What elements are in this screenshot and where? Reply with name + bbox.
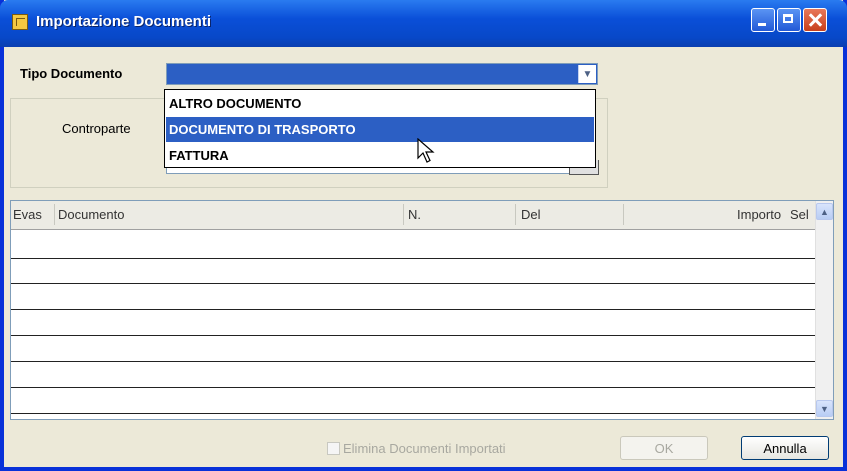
table-row[interactable] xyxy=(11,285,817,310)
vertical-scrollbar[interactable]: ▲ ▼ xyxy=(815,201,833,419)
chevron-up-icon[interactable]: ▲ xyxy=(816,203,833,220)
elimina-documenti-checkbox[interactable] xyxy=(327,442,340,455)
table-row[interactable] xyxy=(11,234,817,259)
chevron-down-icon[interactable]: ▼ xyxy=(816,400,833,417)
dropdown-option-ddt[interactable]: DOCUMENTO DI TRASPORTO xyxy=(166,117,594,142)
minimize-button[interactable] xyxy=(751,8,775,32)
column-divider[interactable] xyxy=(403,204,404,225)
controparte-label: Controparte xyxy=(62,121,131,136)
column-divider[interactable] xyxy=(515,204,516,225)
tipo-documento-label: Tipo Documento xyxy=(20,66,123,81)
column-header-sel[interactable]: Sel xyxy=(790,207,809,222)
annulla-button[interactable]: Annulla xyxy=(741,436,829,460)
window-title: Importazione Documenti xyxy=(36,13,212,30)
close-button[interactable] xyxy=(803,8,827,32)
maximize-button[interactable] xyxy=(777,8,801,32)
title-bar[interactable]: Importazione Documenti xyxy=(0,0,847,47)
elimina-documenti-label: Elimina Documenti Importati xyxy=(343,441,506,456)
table-header: Evas Documento N. Del Importo Sel xyxy=(11,201,817,230)
app-icon xyxy=(12,14,28,30)
documents-table: Evas Documento N. Del Importo Sel ▲ ▼ xyxy=(10,200,834,420)
column-header-documento[interactable]: Documento xyxy=(58,207,124,222)
chevron-down-icon[interactable]: ▼ xyxy=(578,65,596,83)
dropdown-option-fattura[interactable]: FATTURA xyxy=(166,143,594,168)
table-row[interactable] xyxy=(11,389,817,414)
column-header-importo[interactable]: Importo xyxy=(737,207,781,222)
column-header-numero[interactable]: N. xyxy=(408,207,421,222)
column-header-evas[interactable]: Evas xyxy=(13,207,42,222)
column-header-del[interactable]: Del xyxy=(521,207,541,222)
dropdown-option-altro[interactable]: ALTRO DOCUMENTO xyxy=(166,91,594,116)
mouse-pointer-icon xyxy=(417,138,435,163)
column-divider[interactable] xyxy=(54,204,55,225)
column-divider[interactable] xyxy=(623,204,624,225)
table-row[interactable] xyxy=(11,337,817,362)
ok-button[interactable]: OK xyxy=(620,436,708,460)
table-row[interactable] xyxy=(11,311,817,336)
tipo-documento-select[interactable]: ▼ xyxy=(166,63,598,85)
tipo-documento-dropdown-list: ALTRO DOCUMENTO DOCUMENTO DI TRASPORTO F… xyxy=(164,89,596,168)
table-row[interactable] xyxy=(11,363,817,388)
table-row[interactable] xyxy=(11,259,817,284)
